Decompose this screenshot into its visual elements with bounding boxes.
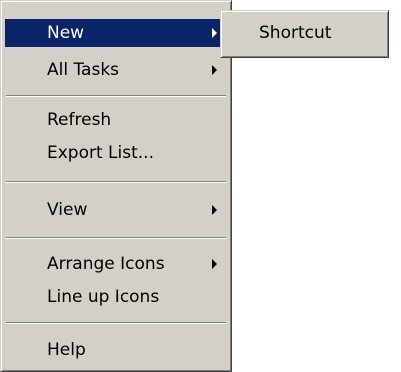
menu-item-label: New bbox=[47, 23, 85, 43]
menu-item-help[interactable]: Help bbox=[5, 336, 227, 364]
menu-separator bbox=[6, 181, 226, 183]
menu-item-label: Help bbox=[47, 340, 86, 360]
context-menu: New All Tasks Refresh Export List... Vie… bbox=[0, 0, 232, 372]
menu-item-label: View bbox=[47, 200, 88, 220]
menu-item-label: Arrange Icons bbox=[47, 254, 165, 274]
menu-item-all-tasks[interactable]: All Tasks bbox=[5, 56, 227, 84]
menu-item-line-up-icons[interactable]: Line up Icons bbox=[5, 283, 227, 311]
menu-item-label: Line up Icons bbox=[47, 287, 160, 307]
menu-item-export-list[interactable]: Export List... bbox=[5, 139, 227, 167]
submenu-arrow-icon bbox=[212, 205, 217, 215]
menu-item-arrange-icons[interactable]: Arrange Icons bbox=[5, 250, 227, 278]
menu-item-view[interactable]: View bbox=[5, 196, 227, 224]
menu-item-new[interactable]: New bbox=[5, 19, 227, 47]
menu-item-refresh[interactable]: Refresh bbox=[5, 106, 227, 134]
submenu-item-label: Shortcut bbox=[259, 23, 332, 43]
menu-item-label: All Tasks bbox=[47, 60, 120, 80]
desktop-area: New All Tasks Refresh Export List... Vie… bbox=[0, 0, 401, 372]
submenu-arrow-icon bbox=[212, 259, 217, 269]
submenu-arrow-icon bbox=[212, 65, 217, 75]
menu-separator bbox=[6, 322, 226, 324]
new-submenu: Shortcut bbox=[220, 10, 389, 58]
menu-separator bbox=[6, 95, 226, 97]
menu-item-label: Refresh bbox=[47, 110, 112, 130]
submenu-arrow-icon bbox=[212, 28, 217, 38]
submenu-item-shortcut[interactable]: Shortcut bbox=[225, 15, 384, 51]
menu-separator bbox=[6, 237, 226, 239]
menu-item-label: Export List... bbox=[47, 143, 154, 163]
